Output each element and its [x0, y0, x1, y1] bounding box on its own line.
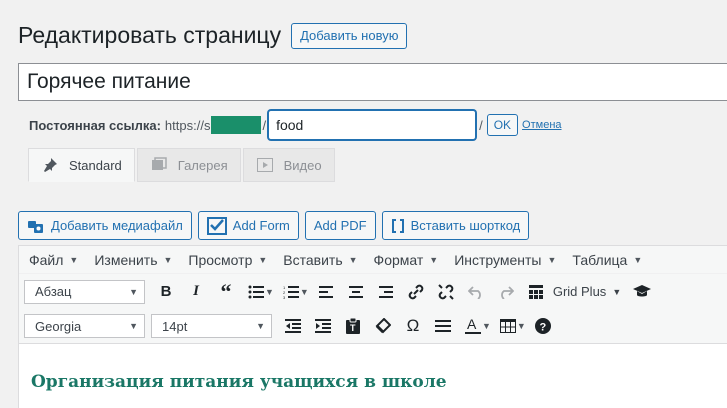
- editor: Файл ▼ Изменить ▼ Просмотр ▼ Вставить ▼ Форм…: [18, 245, 727, 408]
- add-new-button[interactable]: Добавить новую: [291, 22, 408, 49]
- media-buttons: Добавить медиафайл Add Form Add PDF Вста…: [18, 211, 535, 240]
- menu-edit[interactable]: Изменить ▼: [94, 252, 172, 268]
- add-pdf-button[interactable]: Add PDF: [304, 211, 376, 240]
- form-icon: [206, 216, 227, 235]
- permalink-label: Постоянная ссылка:: [29, 117, 161, 133]
- toolbar-row-1: Абзац ▼ B I “ ▼ 123 ▼ Grid Plus ▼: [19, 274, 727, 309]
- slug-cancel-link[interactable]: Отмена: [522, 119, 561, 131]
- gallery-icon: [150, 157, 168, 173]
- paragraph-format-select[interactable]: Абзац ▼: [24, 279, 145, 304]
- caret-icon: ▼: [348, 254, 358, 265]
- horizontal-line-icon[interactable]: [428, 312, 458, 340]
- media-icon: [27, 218, 45, 234]
- svg-text:3: 3: [283, 295, 286, 299]
- caret-icon: ▼: [163, 254, 173, 265]
- outdent-icon[interactable]: [278, 312, 308, 340]
- add-form-label: Add Form: [232, 218, 290, 233]
- editor-menubar: Файл ▼ Изменить ▼ Просмотр ▼ Вставить ▼ Форм…: [19, 246, 727, 274]
- unlink-icon[interactable]: [431, 278, 461, 306]
- menu-table[interactable]: Таблица ▼: [572, 252, 642, 268]
- menu-insert[interactable]: Вставить ▼: [283, 252, 357, 268]
- tab-label: Галерея: [177, 157, 228, 173]
- tab-label: Standard: [69, 157, 122, 173]
- caret-icon: ▼: [129, 286, 138, 297]
- svg-text:?: ?: [539, 322, 546, 334]
- insert-shortcode-button[interactable]: Вставить шорткод: [381, 211, 530, 240]
- add-form-button[interactable]: Add Form: [197, 211, 299, 240]
- pin-icon: [41, 157, 59, 173]
- heading-row: Редактировать страницу Добавить новую: [18, 22, 408, 49]
- undo-icon[interactable]: [461, 278, 491, 306]
- url-slash-end: /: [479, 117, 483, 133]
- menu-format[interactable]: Формат ▼: [374, 252, 439, 268]
- editor-content[interactable]: Организация питания учащихся в школе: [19, 344, 727, 392]
- italic-icon[interactable]: I: [181, 278, 211, 306]
- graduation-cap-icon[interactable]: [627, 278, 657, 306]
- video-icon: [256, 157, 274, 173]
- menu-file[interactable]: Файл ▼: [29, 252, 78, 268]
- bold-icon[interactable]: B: [151, 278, 181, 306]
- tab-standard[interactable]: Standard: [28, 148, 135, 182]
- align-center-icon[interactable]: [341, 278, 371, 306]
- tab-gallery[interactable]: Галерея: [136, 148, 241, 182]
- special-character-icon[interactable]: Ω: [398, 312, 428, 340]
- caret-icon[interactable]: ▼: [300, 287, 309, 297]
- grid-plus-icon[interactable]: [521, 278, 551, 306]
- svg-text:T: T: [350, 323, 356, 333]
- format-tabs: Standard Галерея Видео: [28, 148, 337, 182]
- content-heading: Организация питания учащихся в школе: [31, 372, 447, 392]
- caret-icon[interactable]: ▼: [265, 287, 274, 297]
- caret-icon: ▼: [429, 254, 439, 265]
- add-media-label: Добавить медиафайл: [51, 218, 183, 233]
- paste-text-icon[interactable]: T: [338, 312, 368, 340]
- caret-icon: ▼: [633, 254, 643, 265]
- redo-icon[interactable]: [491, 278, 521, 306]
- page-title: Редактировать страницу: [18, 22, 282, 48]
- indent-icon[interactable]: [308, 312, 338, 340]
- align-right-icon[interactable]: [371, 278, 401, 306]
- caret-icon: ▼: [258, 254, 268, 265]
- toolbar-row-2: Georgia ▼ 14pt ▼ T Ω A ▼ ▼ ?: [19, 309, 727, 344]
- grid-plus-menu[interactable]: Grid Plus ▼: [553, 284, 621, 299]
- shortcode-label: Вставить шорткод: [410, 218, 521, 233]
- url-slash: /: [262, 117, 267, 133]
- post-title-input[interactable]: Горячее питание: [18, 63, 727, 101]
- clear-formatting-icon[interactable]: [368, 312, 398, 340]
- help-icon[interactable]: ?: [528, 312, 558, 340]
- caret-icon: ▼: [612, 286, 622, 297]
- permalink-url-prefix: https://s: [164, 117, 211, 133]
- slug-input[interactable]: food: [268, 110, 477, 140]
- caret-icon: ▼: [547, 254, 557, 265]
- caret-icon: ▼: [129, 321, 138, 331]
- tab-label: Видео: [283, 157, 322, 173]
- menu-tools[interactable]: Инструменты ▼: [454, 252, 556, 268]
- blockquote-icon[interactable]: “: [211, 278, 241, 306]
- tab-video[interactable]: Видео: [242, 148, 335, 182]
- align-left-icon[interactable]: [311, 278, 341, 306]
- font-family-select[interactable]: Georgia ▼: [24, 314, 145, 338]
- link-icon[interactable]: [401, 278, 431, 306]
- add-media-button[interactable]: Добавить медиафайл: [18, 211, 192, 240]
- caret-icon: ▼: [256, 321, 265, 331]
- permalink-row: Постоянная ссылка: https://s / food / OK…: [29, 110, 562, 140]
- slug-ok-button[interactable]: OK: [486, 114, 519, 136]
- caret-icon[interactable]: ▼: [517, 321, 526, 331]
- caret-icon: ▼: [69, 254, 79, 265]
- redacted-url-mask: [211, 116, 262, 134]
- font-size-select[interactable]: 14pt ▼: [151, 314, 272, 338]
- caret-icon[interactable]: ▼: [482, 321, 491, 331]
- svg-text:A: A: [467, 317, 477, 332]
- shortcode-icon: [391, 218, 405, 234]
- menu-view[interactable]: Просмотр ▼: [188, 252, 267, 268]
